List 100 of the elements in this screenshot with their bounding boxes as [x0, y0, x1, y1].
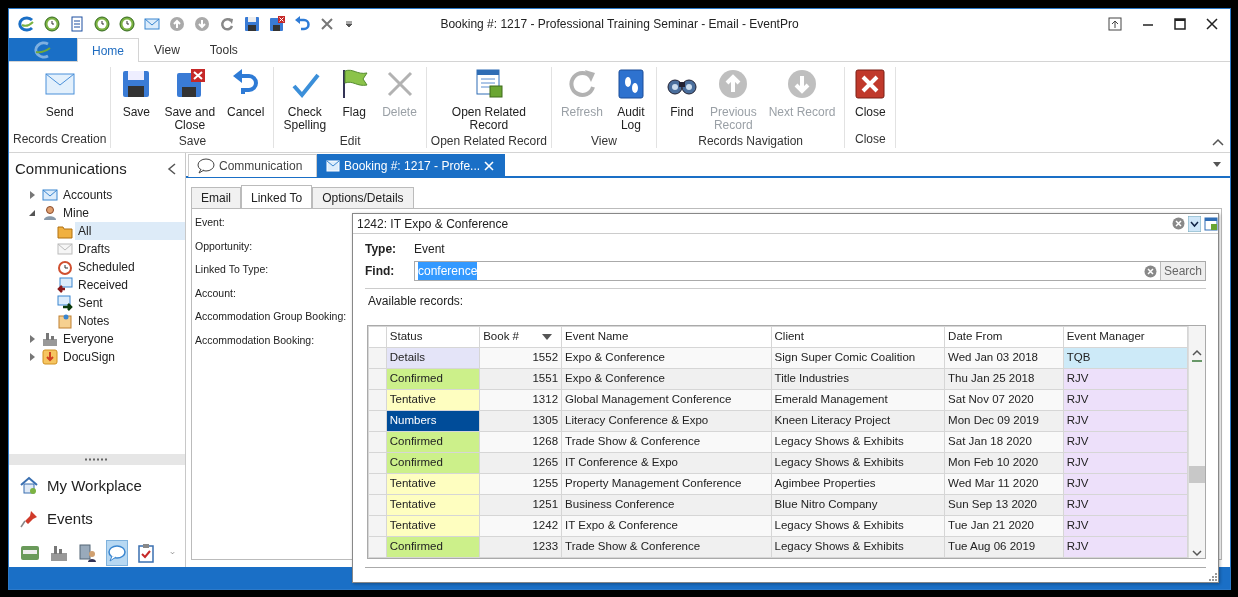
- save-icon[interactable]: [244, 15, 260, 32]
- group-label: View: [591, 133, 617, 150]
- field-label: Opportunity:: [195, 238, 253, 254]
- editor-tab[interactable]: Linked To: [241, 185, 313, 209]
- app-logo-icon[interactable]: [17, 15, 35, 32]
- undo-icon[interactable]: [294, 15, 310, 32]
- tree-item[interactable]: Sent: [75, 293, 185, 312]
- ribbon-tab[interactable]: Home: [77, 38, 139, 62]
- combo-value: 1242: IT Expo & Conference: [357, 215, 509, 233]
- tree-item[interactable]: Accounts: [60, 185, 185, 204]
- close-icon[interactable]: [1206, 16, 1218, 31]
- ribbon-button[interactable]: Check Spelling: [278, 67, 332, 132]
- scroll-down-icon[interactable]: [1192, 548, 1202, 558]
- ribbon-button[interactable]: Save and Close: [159, 67, 221, 132]
- column-header[interactable]: Date From: [944, 326, 1064, 348]
- collapsed-arrow-icon[interactable]: [27, 351, 37, 362]
- tree-item[interactable]: Mine: [60, 203, 185, 222]
- alarm-clock-icon: [57, 258, 73, 275]
- collapsed-arrow-icon[interactable]: [27, 189, 37, 200]
- group-label: Records Navigation: [698, 133, 803, 150]
- tree-item[interactable]: Notes: [75, 311, 185, 330]
- ribbon-button[interactable]: Flag: [333, 67, 376, 132]
- refresh-icon[interactable]: [219, 15, 235, 32]
- tab-list-dropdown-icon[interactable]: [1212, 159, 1222, 169]
- find-field[interactable]: conference Search: [414, 261, 1206, 281]
- table-cell: Business Conference: [561, 494, 772, 516]
- panel-title: Communications: [15, 159, 127, 179]
- tree-item[interactable]: Received: [75, 275, 185, 294]
- nav-item[interactable]: Events: [9, 501, 185, 537]
- collapsed-arrow-icon[interactable]: [27, 333, 37, 344]
- maximize-icon[interactable]: [1174, 16, 1186, 31]
- column-header[interactable]: Event Manager: [1063, 326, 1188, 348]
- outbox-envelope-icon: [57, 294, 73, 311]
- envelope-icon[interactable]: [144, 15, 160, 32]
- window-title: Booking #: 1217 - Professional Training Seminar - Email - EventPro: [440, 15, 799, 33]
- scrollbar-thumb[interactable]: [1189, 466, 1205, 483]
- field-label: Linked To Type:: [195, 262, 269, 277]
- tree-item[interactable]: Drafts: [75, 239, 185, 258]
- clock-icon[interactable]: [94, 15, 110, 32]
- search-button[interactable]: Search: [1159, 262, 1205, 280]
- table-cell: Trade Show & Conference: [561, 431, 772, 453]
- scroll-up-icon[interactable]: [1192, 348, 1202, 362]
- group-label: Edit: [339, 133, 361, 150]
- download-box-icon: [42, 348, 58, 365]
- save-close-icon[interactable]: [269, 15, 285, 32]
- ribbon-button[interactable]: Save: [115, 67, 158, 132]
- ribbon-button[interactable]: Send: [38, 67, 81, 130]
- document-tab[interactable]: Booking #: 1217 - Profe...: [317, 154, 505, 177]
- dropdown-arrow-icon[interactable]: [1188, 215, 1201, 232]
- group-label: Save: [178, 133, 207, 150]
- envelope-icon: [57, 240, 73, 257]
- contact-icon: [78, 542, 98, 563]
- editor-tab[interactable]: Options/Details: [312, 187, 414, 208]
- resize-grip-icon[interactable]: [1207, 571, 1217, 581]
- clock-icon[interactable]: [119, 15, 135, 32]
- tree-item[interactable]: Everyone: [60, 329, 185, 348]
- group-label: Open Related Record: [430, 133, 547, 150]
- note-icon: [57, 312, 73, 329]
- column-header[interactable]: Status: [386, 326, 480, 348]
- tree-item[interactable]: DocuSign: [60, 347, 185, 366]
- column-header[interactable]: Event Name: [561, 326, 772, 348]
- ribbon-button[interactable]: Find: [660, 67, 703, 132]
- tree-item[interactable]: All: [75, 221, 185, 240]
- document-tab[interactable]: Communication: [188, 154, 317, 177]
- open-record-icon[interactable]: [1204, 216, 1218, 231]
- vertical-scrollbar[interactable]: [1188, 326, 1205, 558]
- table-cell: Expo & Conference: [561, 347, 772, 369]
- ribbon-tab[interactable]: View: [139, 38, 195, 61]
- table-cell: Expo & Conference: [561, 368, 772, 390]
- ribbon-button[interactable]: Open Related Record: [446, 67, 531, 132]
- group-label: Records Creation: [13, 131, 107, 148]
- tree-item[interactable]: Scheduled: [75, 257, 185, 276]
- inbox-envelope-icon: [57, 276, 73, 293]
- ribbon-tab[interactable]: Tools: [194, 38, 253, 61]
- splitter-grip-icon[interactable]: [84, 458, 110, 461]
- field-label: Account:: [195, 285, 236, 301]
- clock-icon[interactable]: [44, 15, 60, 32]
- speech-bubble-icon: [197, 158, 215, 174]
- ribbon-button[interactable]: Audit Log: [609, 67, 652, 132]
- ribbon-button[interactable]: Close: [849, 67, 892, 130]
- ribbon-button[interactable]: Cancel: [222, 67, 270, 132]
- editor-tab[interactable]: Email: [191, 187, 241, 208]
- nav-item[interactable]: My Workplace: [9, 465, 185, 501]
- table-cell: Global Management Conference: [561, 389, 772, 411]
- clear-icon[interactable]: [1143, 264, 1157, 278]
- section-label: Available records:: [365, 288, 1206, 325]
- restore-ribbon-icon[interactable]: [1108, 16, 1122, 31]
- collapse-ribbon-icon[interactable]: [1212, 138, 1224, 146]
- clipboard-icon: [136, 542, 156, 563]
- table-cell: Literacy Conference & Expo: [561, 410, 772, 432]
- field-label: Accommodation Group Booking:: [195, 309, 347, 324]
- column-header[interactable]: Client: [771, 326, 945, 348]
- group-label: Close: [855, 131, 886, 148]
- field-label: Event:: [195, 215, 225, 230]
- collapse-panel-icon[interactable]: [167, 163, 177, 176]
- factory-icon: [42, 330, 58, 347]
- field-label: Find:: [365, 263, 392, 280]
- column-header[interactable]: Book #: [479, 326, 562, 348]
- close-tab-icon[interactable]: [484, 161, 495, 171]
- table-cell: Trade Show & Conference: [561, 536, 772, 558]
